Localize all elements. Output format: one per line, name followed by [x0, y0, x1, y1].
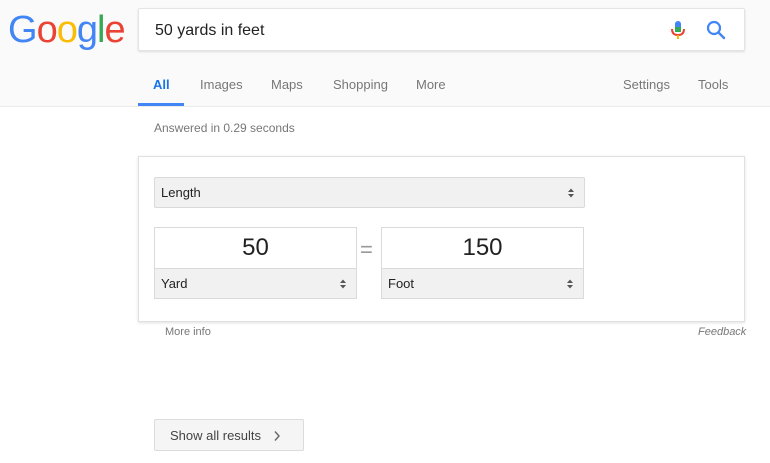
logo-letter: g [76, 9, 98, 51]
google-logo[interactable]: Google [8, 8, 126, 52]
tab-maps[interactable]: Maps [271, 77, 303, 93]
logo-letter: o [56, 9, 78, 51]
tab-more[interactable]: More [416, 77, 446, 93]
tab-shopping[interactable]: Shopping [333, 77, 388, 93]
search-header: Google 50 yards in feet All Images Maps … [0, 0, 770, 107]
search-icon[interactable] [705, 19, 727, 41]
tab-settings[interactable]: Settings [623, 77, 670, 93]
show-all-results-button[interactable]: Show all results [154, 419, 304, 451]
logo-letter: G [8, 9, 38, 51]
mic-icon[interactable] [667, 19, 689, 41]
tab-images[interactable]: Images [200, 77, 243, 93]
category-select-label: Length [161, 185, 201, 200]
to-value-input[interactable]: 150 [381, 227, 584, 268]
logo-letter: o [36, 9, 58, 51]
result-stats: Answered in 0.29 seconds [154, 121, 295, 135]
show-all-results-label: Show all results [170, 428, 262, 443]
equals-sign: = [360, 237, 373, 262]
chevron-right-icon [273, 430, 281, 442]
category-select[interactable]: Length [154, 177, 585, 208]
updown-arrows-icon [566, 278, 574, 290]
more-info-link[interactable]: More info [165, 326, 211, 338]
updown-arrows-icon [567, 187, 575, 199]
from-unit-select[interactable]: Yard [154, 268, 357, 299]
search-query[interactable]: 50 yards in feet [155, 21, 264, 41]
tab-all[interactable]: All [153, 77, 170, 93]
from-value-input[interactable]: 50 [154, 227, 357, 268]
to-unit-label: Foot [388, 276, 415, 291]
tab-tools[interactable]: Tools [698, 77, 728, 93]
logo-letter: e [104, 9, 125, 51]
active-tab-indicator [138, 103, 184, 106]
logo-letter: l [96, 9, 106, 51]
from-unit-label: Yard [161, 276, 188, 291]
to-unit-select[interactable]: Foot [381, 268, 584, 299]
search-input[interactable]: 50 yards in feet [138, 8, 745, 51]
feedback-link[interactable]: Feedback [698, 326, 746, 338]
unit-converter-card: Length 50 Yard = 150 Foot [138, 156, 745, 322]
updown-arrows-icon [339, 278, 347, 290]
